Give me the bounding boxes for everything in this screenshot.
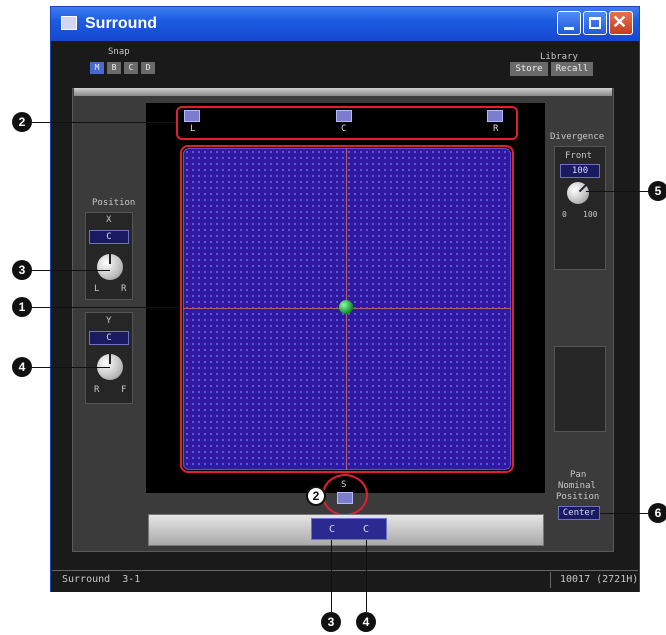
minimize-button[interactable]: [557, 11, 581, 35]
pan-label-line3: Position: [556, 492, 600, 502]
maximize-icon: [589, 17, 601, 29]
snap-button-c[interactable]: C: [124, 62, 138, 74]
position-y-value[interactable]: C: [89, 331, 129, 345]
library-label: Library: [540, 52, 578, 62]
close-button[interactable]: ✕: [609, 11, 633, 35]
pan-label-line1: Pan: [570, 470, 587, 480]
callout-1: 1: [12, 297, 32, 317]
callout-3: 3: [12, 260, 32, 280]
divergence-label: Divergence: [550, 132, 605, 142]
position-x-min: L: [94, 284, 100, 294]
divergence-front-value[interactable]: 100: [560, 164, 600, 178]
callout-4-line: [32, 367, 110, 368]
pan-nominal-value[interactable]: Center: [558, 506, 600, 520]
position-x-label: X: [106, 215, 112, 225]
callout-2-line: [32, 122, 176, 123]
callout-4-secondary-line: [366, 540, 367, 612]
position-y-label: Y: [106, 316, 112, 326]
position-x-max: R: [121, 284, 127, 294]
bottom-value-2: C: [363, 524, 370, 535]
bottom-value-1: C: [329, 524, 336, 535]
callout-3-line: [32, 270, 110, 271]
knob-indicator: [109, 254, 111, 264]
divergence-front-label: Front: [565, 151, 593, 161]
window-title: Surround: [85, 15, 157, 32]
knob-indicator: [109, 354, 111, 364]
maximize-button[interactable]: [583, 11, 607, 35]
app-icon: [61, 16, 77, 30]
callout-5-line: [586, 191, 648, 192]
callout-3-secondary: 3: [321, 612, 341, 632]
speaker-highlight-box: [176, 106, 518, 140]
divergence-max: 100: [583, 210, 598, 219]
title-bar[interactable]: Surround ✕: [51, 7, 639, 41]
surround-highlight-circle: [322, 474, 368, 516]
empty-panel: [554, 346, 606, 432]
position-x-value[interactable]: C: [89, 230, 129, 244]
recall-button[interactable]: Recall: [551, 62, 593, 76]
top-bar: [74, 88, 612, 96]
status-right: 10017 (2721H): [560, 574, 639, 585]
callout-5: 5: [648, 181, 666, 201]
callout-2: 2: [12, 112, 32, 132]
divergence-front-knob[interactable]: [567, 182, 589, 204]
snap-button-m[interactable]: M: [90, 62, 104, 74]
position-y-min: R: [94, 385, 100, 395]
snap-button-b[interactable]: B: [107, 62, 121, 74]
callout-4-secondary: 4: [356, 612, 376, 632]
position-y-max: F: [121, 385, 127, 395]
callout-6-line: [600, 513, 648, 514]
position-label: Position: [92, 198, 136, 208]
position-x-knob[interactable]: [97, 254, 123, 280]
snap-button-d[interactable]: D: [141, 62, 155, 74]
callout-3-secondary-line: [331, 540, 332, 612]
pan-label-line2: Nominal: [558, 481, 596, 491]
snap-label: Snap: [108, 47, 130, 57]
divergence-min: 0: [562, 210, 567, 219]
status-divider: [550, 572, 551, 588]
callout-6: 6: [648, 503, 666, 523]
callout-4: 4: [12, 357, 32, 377]
callout-1-line: [32, 307, 180, 308]
bottom-value-box[interactable]: [311, 518, 387, 540]
pan-position-handle[interactable]: [339, 300, 353, 314]
callout-2-secondary: 2: [306, 486, 326, 506]
close-icon: ✕: [612, 12, 628, 32]
status-left: Surround 3-1: [62, 574, 141, 585]
minimize-icon: [564, 27, 574, 30]
store-button[interactable]: Store: [510, 62, 548, 76]
